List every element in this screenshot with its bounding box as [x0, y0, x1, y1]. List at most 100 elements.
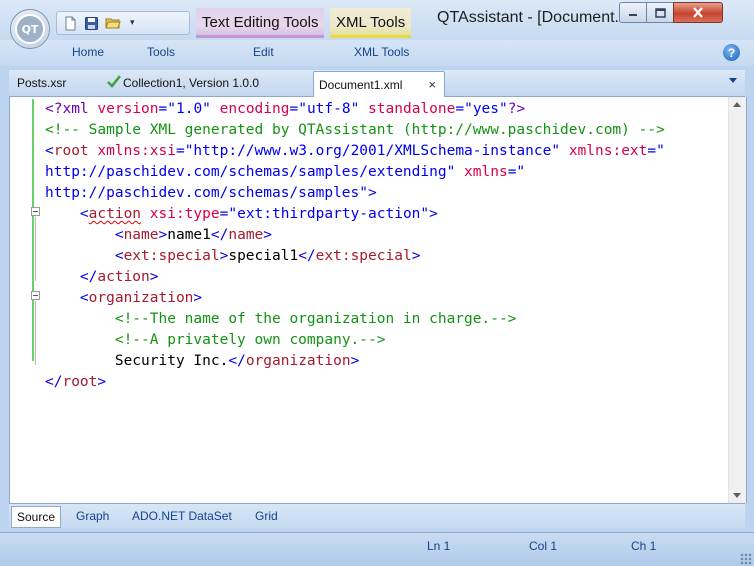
code-token: >: [429, 206, 438, 222]
minimize-button[interactable]: [619, 2, 647, 23]
fold-toggle-icon[interactable]: [31, 291, 40, 300]
code-text: <?xml version="1.0" encoding="utf-8" sta…: [45, 99, 665, 393]
maximize-button[interactable]: [646, 2, 674, 23]
scroll-up-icon[interactable]: [733, 102, 741, 107]
code-token: </: [228, 353, 246, 369]
code-line: <action xsi:type="ext:thirdparty-action"…: [45, 204, 665, 225]
scroll-down-icon[interactable]: [733, 493, 741, 498]
code-token: <: [114, 227, 124, 243]
tab-tools[interactable]: Tools: [147, 45, 175, 59]
code-token: xmlns: [455, 164, 508, 180]
status-bar: Ln 1 Col 1 Ch 1: [0, 532, 754, 566]
code-line: <root xmlns:xsi="http://www.w3.org/2001/…: [45, 141, 665, 162]
code-token: standalone: [359, 101, 456, 117]
help-icon[interactable]: ?: [723, 44, 740, 61]
xml-editor[interactable]: <?xml version="1.0" encoding="utf-8" sta…: [9, 97, 747, 503]
checkmark-icon: [107, 75, 121, 88]
doc-tab-document1[interactable]: Document1.xml ×: [313, 71, 445, 97]
code-token: </: [210, 227, 229, 243]
tab-edit[interactable]: Edit: [253, 45, 274, 59]
view-tab-ado-net-dataset[interactable]: ADO.NET DataSet: [127, 506, 237, 526]
code-token: <: [45, 143, 54, 159]
status-line: Ln 1: [427, 539, 451, 553]
code-token: name: [123, 227, 159, 243]
code-line: <?xml version="1.0" encoding="utf-8" sta…: [45, 99, 665, 120]
code-token: xml: [62, 101, 89, 117]
doc-tab-posts[interactable]: Posts.xsr: [17, 70, 66, 96]
code-token: <?: [45, 101, 63, 117]
code-line: <name>name1</name>: [45, 225, 665, 246]
code-token: >: [97, 374, 107, 390]
fold-toggle-icon[interactable]: [31, 207, 40, 216]
document-tab-strip: Posts.xsr Collection1, Version 1.0.0 Doc…: [9, 70, 745, 97]
code-token: >: [263, 227, 273, 243]
new-document-icon[interactable]: [63, 16, 78, 31]
code-line: http://paschidev.com/schemas/samples/ext…: [45, 162, 665, 183]
contextual-group-xml-tools: XML Tools: [330, 8, 412, 38]
code-line: <!--A privately own company.-->: [45, 330, 665, 351]
status-column: Col 1: [529, 539, 558, 553]
code-token: http://paschidev.com/schemas/samples": [45, 185, 369, 201]
close-button[interactable]: [673, 2, 723, 23]
application-button[interactable]: QT: [10, 9, 50, 49]
code-token: ext:special: [315, 248, 412, 264]
window-title: QTAssistant - [Document...: [437, 9, 628, 26]
code-token: "ext:thirdparty-action": [228, 206, 430, 222]
code-token: organization: [245, 353, 351, 369]
code-token: <: [114, 248, 124, 264]
code-token: =: [158, 101, 168, 117]
save-icon[interactable]: [84, 16, 99, 31]
code-token: xmlns:xsi: [88, 143, 176, 159]
tab-xml-tools[interactable]: XML Tools: [354, 45, 409, 59]
contextual-group-accent: [330, 35, 412, 38]
code-token: </: [298, 248, 316, 264]
open-folder-icon[interactable]: [105, 16, 121, 31]
code-token: =": [647, 143, 665, 159]
close-tab-icon[interactable]: ×: [428, 72, 436, 98]
app-logo-icon: QT: [15, 14, 45, 44]
view-tab-strip: Source Graph ADO.NET DataSet Grid: [9, 503, 745, 528]
tab-home[interactable]: Home: [72, 45, 104, 59]
code-token: "yes": [464, 101, 508, 117]
doc-tab-collection1[interactable]: Collection1, Version 1.0.0: [107, 70, 259, 96]
contextual-group-label: Text Editing Tools: [202, 14, 319, 31]
code-token: <!--The name of the organization in char…: [114, 311, 517, 327]
contextual-group-text-editing-tools: Text Editing Tools: [196, 8, 325, 38]
code-line: </action>: [45, 267, 665, 288]
code-token: "1.0": [167, 101, 211, 117]
contextual-group-label: XML Tools: [336, 14, 406, 31]
changed-lines-marker: [32, 99, 34, 361]
code-token: "utf-8": [298, 101, 360, 117]
code-token: root: [53, 143, 89, 159]
code-token: >: [149, 269, 159, 285]
view-tab-grid[interactable]: Grid: [250, 506, 283, 526]
code-line: <!--The name of the organization in char…: [45, 309, 665, 330]
code-token: ?>: [507, 101, 526, 117]
view-tab-source[interactable]: Source: [11, 506, 62, 528]
code-token: </: [79, 269, 98, 285]
code-token: organization: [88, 290, 194, 306]
tab-list-dropdown-icon[interactable]: [729, 78, 737, 83]
code-line: Security Inc.</organization>: [45, 351, 665, 372]
code-token: =: [455, 101, 465, 117]
customize-toolbar-dropdown[interactable]: ▾: [130, 18, 135, 28]
code-line: <!-- Sample XML generated by QTAssistant…: [45, 120, 665, 141]
contextual-group-accent: [196, 35, 325, 38]
minimize-icon: [629, 13, 637, 16]
code-token: name: [228, 227, 264, 243]
code-token: encoding: [210, 101, 290, 117]
view-tab-graph[interactable]: Graph: [71, 506, 114, 526]
code-token: <!--A privately own company.-->: [114, 332, 386, 348]
code-line: <ext:special>special1</ext:special>: [45, 246, 665, 267]
code-token: http://paschidev.com/schemas/samples/ext…: [45, 164, 456, 180]
code-token: root: [62, 374, 98, 390]
resize-grip-icon[interactable]: [740, 553, 752, 565]
vertical-scrollbar[interactable]: [728, 97, 746, 503]
